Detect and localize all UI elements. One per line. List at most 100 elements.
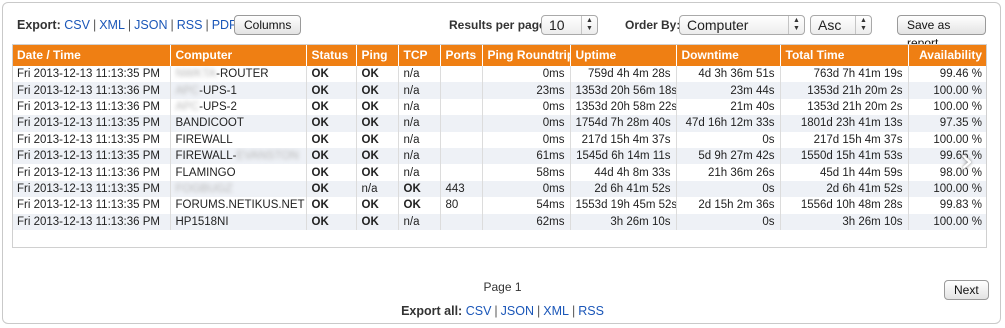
table-row[interactable]: Fri 2013-12-13 11:13:36 PM FLAMINGO OK OK n/… bbox=[12, 164, 987, 181]
separator: | bbox=[537, 304, 541, 318]
separator: | bbox=[170, 18, 174, 32]
cell-total-time: 1556d 10h 48m 28s bbox=[780, 197, 909, 214]
cell-tcp: n/a bbox=[398, 66, 441, 83]
table-row[interactable]: Fri 2013-12-13 11:13:35 PM FIREWALL OK OK n/… bbox=[12, 131, 987, 148]
cell-status: OK bbox=[306, 66, 357, 83]
cell-availability: 99.65 % bbox=[908, 147, 987, 165]
column-header-tcp[interactable]: TCP bbox=[398, 44, 441, 66]
computer-name: -ROUTER bbox=[216, 68, 269, 81]
cell-ping-roundtrip: 0ms bbox=[482, 115, 571, 132]
cell-status: OK bbox=[306, 115, 357, 132]
table-body: Fri 2013-12-13 11:13:35 PM NWKTA-ROUTER OK… bbox=[12, 66, 987, 230]
export-pdf-link[interactable]: PDF bbox=[212, 18, 237, 32]
order-by-select[interactable]: Computer ▲ ▼ bbox=[679, 15, 805, 35]
cell-total-time: 217d 15h 4m 37s bbox=[780, 131, 909, 148]
cell-uptime: 217d 15h 4m 37s bbox=[570, 131, 677, 148]
export-all-label: Export all: bbox=[401, 304, 463, 318]
column-header-availability[interactable]: Availability bbox=[908, 44, 987, 66]
table-row[interactable]: Fri 2013-12-13 11:13:35 PM NWKTA-ROUTER OK… bbox=[12, 66, 987, 83]
computer-name: BANDICOOT bbox=[175, 117, 244, 130]
table-row[interactable]: Fri 2013-12-13 11:13:35 PM FOGBUGZ OK n/a OK… bbox=[12, 180, 987, 198]
cell-total-time: 1353d 21h 20m 2s bbox=[780, 82, 909, 99]
cell-ping: OK bbox=[356, 115, 399, 132]
separator: | bbox=[494, 304, 498, 318]
order-direction-select[interactable]: Asc ▲ ▼ bbox=[810, 15, 872, 35]
cell-datetime: Fri 2013-12-13 11:13:35 PM bbox=[12, 197, 171, 214]
cell-tcp: n/a bbox=[398, 147, 441, 165]
column-header-datetime[interactable]: Date / Time bbox=[12, 44, 171, 66]
table-row[interactable]: Fri 2013-12-13 11:13:36 PM APC-UPS-2 OK OK n… bbox=[12, 98, 987, 116]
separator: | bbox=[127, 18, 132, 32]
cell-ping: n/a bbox=[356, 180, 399, 198]
export-all-rss-link[interactable]: RSS bbox=[578, 304, 604, 318]
cell-uptime: 1553d 19h 45m 52s bbox=[570, 197, 677, 214]
export-all-csv-link[interactable]: CSV bbox=[466, 304, 492, 318]
cell-status: OK bbox=[306, 164, 357, 181]
cell-availability: 98.00 % bbox=[908, 164, 987, 181]
cell-computer: FOGBUGZ bbox=[170, 180, 307, 198]
column-header-computer[interactable]: Computer bbox=[170, 44, 307, 66]
order-by-value: Computer bbox=[687, 17, 749, 33]
cell-computer: FIREWALL bbox=[170, 131, 307, 148]
cell-datetime: Fri 2013-12-13 11:13:35 PM bbox=[12, 115, 171, 132]
table-row[interactable]: Fri 2013-12-13 11:13:35 PM FORUMS.NETIKUS… bbox=[12, 197, 987, 214]
column-header-uptime[interactable]: Uptime bbox=[570, 44, 677, 66]
table-row[interactable]: Fri 2013-12-13 11:13:35 PM FIREWALL-EVANS… bbox=[12, 147, 987, 165]
redacted-text: FOGBUGZ bbox=[175, 182, 233, 195]
cell-uptime: 1545d 6h 14m 11s bbox=[570, 147, 677, 165]
column-header-status[interactable]: Status bbox=[306, 44, 357, 66]
cell-computer: HP1518NI bbox=[170, 213, 307, 230]
cell-downtime: 0s bbox=[676, 180, 781, 198]
cell-ping: OK bbox=[356, 164, 399, 181]
cell-datetime: Fri 2013-12-13 11:13:36 PM bbox=[12, 82, 171, 99]
cell-availability: 100.00 % bbox=[908, 82, 987, 99]
export-all-bar: Export all: CSV | JSON | XML | RSS bbox=[0, 304, 1005, 318]
table-row[interactable]: Fri 2013-12-13 11:13:36 PM HP1518NI OK OK n/… bbox=[12, 213, 987, 230]
cell-ports bbox=[440, 213, 483, 230]
cell-ping-roundtrip: 58ms bbox=[482, 164, 571, 181]
results-per-page-select[interactable]: 10 ▲ ▼ bbox=[541, 15, 598, 35]
cell-ports bbox=[440, 131, 483, 148]
cell-ports: 443 bbox=[440, 180, 483, 198]
export-csv-link[interactable]: CSV bbox=[64, 18, 90, 32]
save-as-report-button[interactable]: Save as report bbox=[897, 15, 986, 50]
chevron-right-icon[interactable]: › bbox=[960, 144, 974, 178]
table-row[interactable]: Fri 2013-12-13 11:13:36 PM APC-UPS-1 OK OK n… bbox=[12, 82, 987, 99]
export-rss-link[interactable]: RSS bbox=[177, 18, 203, 32]
updown-arrows-icon: ▲ ▼ bbox=[581, 16, 597, 34]
separator: | bbox=[92, 18, 97, 32]
cell-ports bbox=[440, 147, 483, 165]
cell-uptime: 759d 4h 4m 28s bbox=[570, 66, 677, 83]
columns-button[interactable]: Columns bbox=[234, 15, 302, 35]
export-json-link[interactable]: JSON bbox=[134, 18, 167, 32]
export-all-json-link[interactable]: JSON bbox=[501, 304, 534, 318]
computer-name: HP1518NI bbox=[175, 215, 229, 228]
redacted-text: APC bbox=[175, 84, 200, 97]
results-per-page-label: Results per page: bbox=[449, 18, 550, 32]
column-header-ping-roundtrip[interactable]: Ping Roundtrip bbox=[482, 44, 571, 66]
cell-total-time: 763d 7h 41m 19s bbox=[780, 66, 909, 83]
column-header-total-time[interactable]: Total Time bbox=[780, 44, 909, 66]
cell-ping-roundtrip: 0ms bbox=[482, 131, 571, 148]
cell-ports bbox=[440, 115, 483, 132]
cell-tcp: n/a bbox=[398, 98, 441, 116]
results-per-page-value: 10 bbox=[549, 17, 565, 33]
table-row[interactable]: Fri 2013-12-13 11:13:35 PM BANDICOOT OK OK n… bbox=[12, 115, 987, 132]
cell-tcp: n/a bbox=[398, 213, 441, 230]
column-header-ping[interactable]: Ping bbox=[356, 44, 399, 66]
computer-name: FORUMS.NETIKUS.NET bbox=[175, 199, 305, 212]
column-header-downtime[interactable]: Downtime bbox=[676, 44, 781, 66]
cell-tcp: n/a bbox=[398, 82, 441, 99]
redacted-text: NWKTA bbox=[175, 68, 217, 81]
column-header-ports[interactable]: Ports bbox=[440, 44, 483, 66]
cell-total-time: 1353d 21h 20m 2s bbox=[780, 98, 909, 116]
cell-ping-roundtrip: 0ms bbox=[482, 98, 571, 116]
cell-availability: 100.00 % bbox=[908, 180, 987, 198]
next-page-button[interactable]: Next bbox=[944, 280, 989, 300]
export-xml-link[interactable]: XML bbox=[99, 18, 125, 32]
cell-availability: 100.00 % bbox=[908, 131, 987, 148]
export-all-xml-link[interactable]: XML bbox=[543, 304, 569, 318]
cell-total-time: 1801d 23h 41m 13s bbox=[780, 115, 909, 132]
cell-computer: FORUMS.NETIKUS.NET bbox=[170, 197, 307, 214]
cell-datetime: Fri 2013-12-13 11:13:35 PM bbox=[12, 66, 171, 83]
